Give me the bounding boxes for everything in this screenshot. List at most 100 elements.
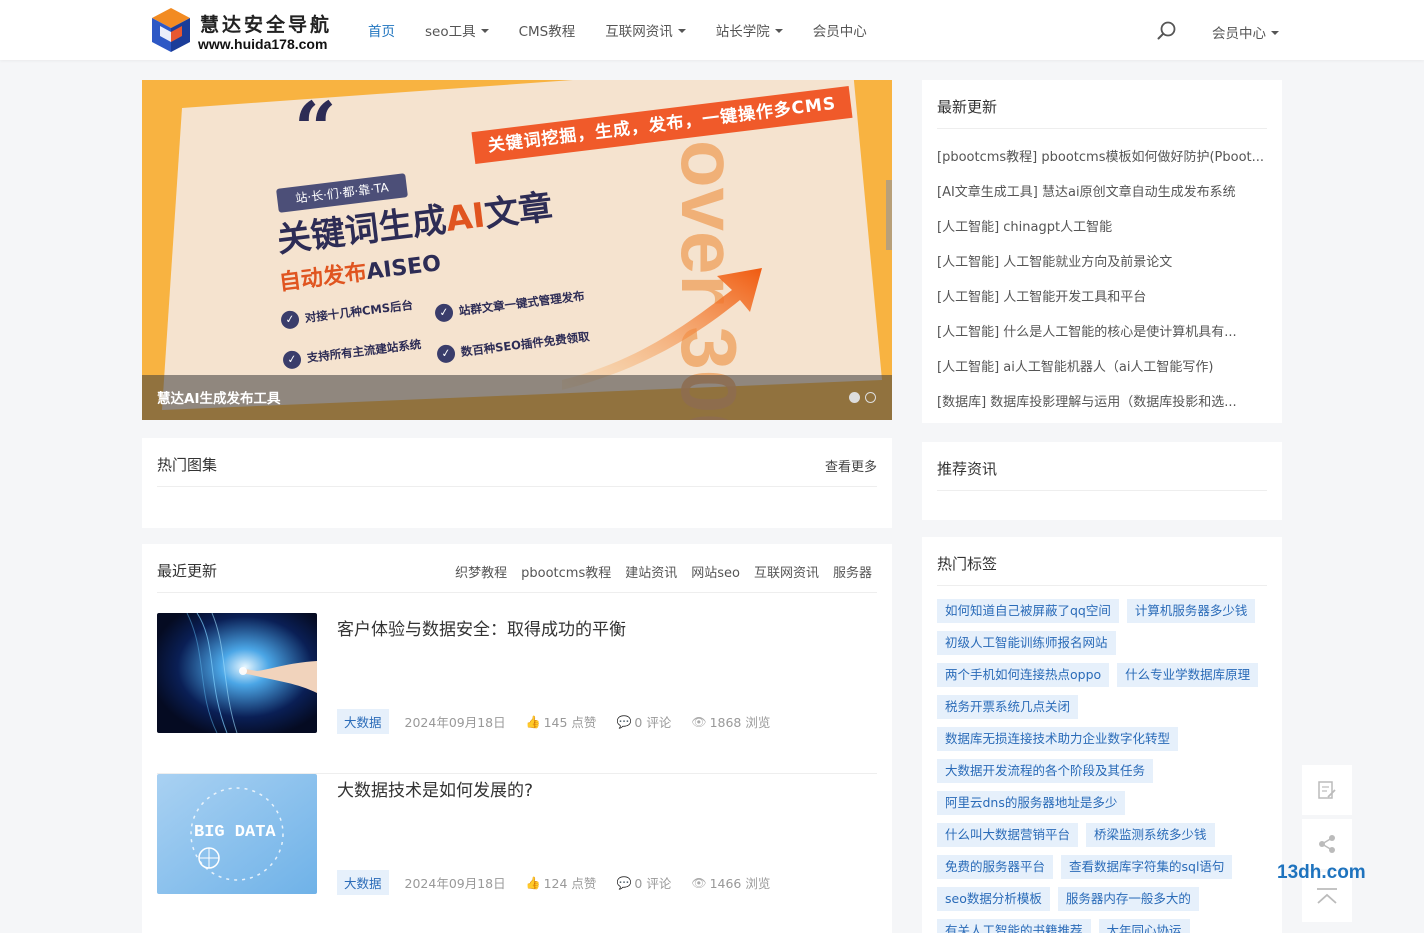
tab-pbootcms[interactable]: pbootcms教程	[521, 562, 611, 581]
tab-dedecms[interactable]: 织梦教程	[455, 562, 507, 581]
divider	[937, 128, 1267, 129]
nav-item-internet-news[interactable]: 互联网资讯	[605, 20, 686, 40]
check-icon: ✓	[436, 343, 457, 364]
banner-carousel[interactable]: “ over 30000 关键词挖掘，生成，发布，一键操作多CMS 站·长·们·…	[142, 80, 892, 420]
eye-icon: 👁	[691, 714, 707, 729]
eye-icon: 👁	[691, 875, 707, 890]
tag-link[interactable]: 什么专业学数据库原理	[1117, 663, 1259, 687]
svg-text:“: “	[294, 87, 337, 173]
panel-title: 最近更新	[157, 562, 218, 580]
article-likes[interactable]: 👍 124 点赞	[526, 873, 597, 892]
recent-updates-panel: 最近更新 织梦教程 pbootcms教程 建站资讯 网站seo 互联网资讯 服务…	[142, 544, 892, 933]
divider	[937, 490, 1267, 491]
share-icon	[1319, 835, 1335, 853]
latest-list-item[interactable]: [人工智能] 人工智能就业方向及前景论文	[937, 251, 1272, 286]
tag-link[interactable]: 阿里云dns的服务器地址是多少	[937, 791, 1126, 815]
article-likes[interactable]: 👍 145 点赞	[526, 712, 597, 731]
divider	[937, 585, 1267, 586]
member-menu-dropdown[interactable]: 会员中心	[1212, 22, 1279, 42]
latest-updates-panel: 最新更新 [pbootcms教程] pbootcms模板如何做好防护(Pboot…	[922, 80, 1282, 423]
panel-title: 热门标签	[937, 555, 998, 573]
logo-title: 慧达安全导航	[200, 14, 333, 36]
article-views: 👁 1466 浏览	[691, 875, 771, 892]
hot-tags-panel: 热门标签 如何知道自己被屏蔽了qq空间 计算机服务器多少钱 初级人工智能训练师报…	[922, 537, 1282, 933]
nav-item-cms-tutorial[interactable]: CMS教程	[519, 20, 576, 40]
article-meta: 大数据 2024年09月18日 👍 124 点赞 💬 0 评论 👁 1466 浏览	[337, 870, 790, 895]
tag-link[interactable]: 数据库无损连接技术助力企业数字化转型	[937, 727, 1179, 751]
article-comments[interactable]: 💬 0 评论	[616, 712, 671, 731]
tag-link[interactable]: 税务开票系统几点关闭	[937, 695, 1079, 719]
article-date: 2024年09月18日	[404, 876, 506, 891]
article-item: 客户体验与数据安全：取得成功的平衡 大数据 2024年09月18日 👍 145 点…	[157, 613, 877, 774]
member-menu-label: 会员中心	[1212, 26, 1266, 42]
tab-website-seo[interactable]: 网站seo	[691, 562, 740, 581]
comment-icon: 💬	[616, 875, 632, 890]
chevron-down-icon	[774, 29, 783, 33]
tag-link[interactable]: 查看数据库字符集的sql语句	[1061, 855, 1233, 879]
article-thumbnail[interactable]	[157, 613, 317, 733]
latest-list: [pbootcms教程] pbootcms模板如何做好防护(Pboot... […	[937, 146, 1272, 426]
tag-link[interactable]: seo数据分析模板	[937, 887, 1050, 911]
tag-link[interactable]: 有关人工智能的书籍推荐	[937, 919, 1091, 933]
latest-list-item[interactable]: [人工智能] chinagpt人工智能	[937, 216, 1272, 251]
thumbs-up-icon: 👍	[525, 875, 541, 890]
tag-link[interactable]: 什么叫大数据营销平台	[937, 823, 1079, 847]
nav-item-webmaster-academy[interactable]: 站长学院	[716, 20, 783, 40]
chevron-down-icon	[480, 29, 489, 33]
article-meta: 大数据 2024年09月18日 👍 145 点赞 💬 0 评论 👁 1868 浏览	[337, 709, 790, 734]
tag-link[interactable]: 大数据开发流程的各个阶段及其任务	[937, 759, 1154, 783]
main-nav: 首页 seo工具 CMS教程 互联网资讯 站长学院 会员中心	[368, 0, 897, 60]
site-header: 慧达安全导航 www.huida178.com 首页 seo工具 CMS教程 互…	[0, 0, 1424, 60]
thumbs-up-icon: 👍	[525, 714, 541, 729]
tag-link[interactable]: 两个手机如何连接热点oppo	[937, 663, 1110, 687]
tag-link[interactable]: 免费的服务器平台	[937, 855, 1054, 879]
carousel-dot[interactable]	[865, 392, 876, 403]
logo-cube-icon	[152, 8, 190, 52]
recent-category-tabs: 织梦教程 pbootcms教程 建站资讯 网站seo 互联网资讯 服务器	[441, 562, 872, 581]
tag-link[interactable]: 计算机服务器多少钱	[1126, 599, 1256, 623]
hot-gallery-panel: 热门图集 查看更多	[142, 438, 892, 528]
site-logo[interactable]: 慧达安全导航 www.huida178.com	[148, 6, 338, 54]
check-icon: ✓	[280, 309, 301, 330]
tab-server[interactable]: 服务器	[833, 562, 872, 581]
article-item: BIG DATA 大数据技术是如何发展的? 大数据 2024年09月18日 👍 1…	[157, 774, 877, 933]
chevron-down-icon	[1271, 31, 1279, 35]
edit-button[interactable]	[1302, 765, 1352, 815]
check-icon: ✓	[434, 302, 455, 323]
nav-item-home[interactable]: 首页	[368, 20, 395, 40]
tab-site-news[interactable]: 建站资讯	[625, 562, 677, 581]
category-badge[interactable]: 大数据	[337, 870, 389, 895]
article-title[interactable]: 大数据技术是如何发展的?	[337, 776, 533, 801]
panel-title: 推荐资讯	[937, 460, 998, 478]
latest-list-item[interactable]: [人工智能] 人工智能开发工具和平台	[937, 286, 1272, 321]
thumb-text: BIG DATA	[194, 823, 276, 842]
category-badge[interactable]: 大数据	[337, 709, 389, 734]
check-icon: ✓	[282, 349, 303, 370]
logo-url: www.huida178.com	[198, 36, 328, 52]
carousel-dot-active[interactable]	[849, 392, 860, 403]
tag-link[interactable]: 如何知道自己被屏蔽了qq空间	[937, 599, 1119, 623]
nav-item-seo-tools[interactable]: seo工具	[425, 20, 489, 40]
search-icon[interactable]	[1156, 20, 1178, 42]
panel-title: 最新更新	[937, 98, 998, 116]
banner-caption[interactable]: 慧达AI生成发布工具	[157, 387, 280, 407]
tag-link[interactable]: 大年同心协运	[1098, 919, 1190, 933]
edit-icon	[1318, 781, 1336, 799]
latest-list-item[interactable]: [数据库] 数据库投影理解与运用（数据库投影和选...	[937, 391, 1272, 426]
article-thumbnail[interactable]: BIG DATA	[157, 774, 317, 894]
view-more-link[interactable]: 查看更多	[825, 456, 877, 475]
article-comments[interactable]: 💬 0 评论	[616, 873, 671, 892]
latest-list-item[interactable]: [AI文章生成工具] 慧达ai原创文章自动生成发布系统	[937, 181, 1272, 216]
latest-list-item[interactable]: [pbootcms教程] pbootcms模板如何做好防护(Pboot...	[937, 146, 1272, 181]
nav-item-member-center[interactable]: 会员中心	[813, 20, 867, 40]
article-title[interactable]: 客户体验与数据安全：取得成功的平衡	[337, 615, 626, 640]
panel-title: 热门图集	[157, 456, 218, 474]
tag-link[interactable]: 服务器内存一般多大的	[1057, 887, 1199, 911]
watermark-text: 13dh.com	[1277, 862, 1366, 883]
latest-list-item[interactable]: [人工智能] 什么是人工智能的核心是使计算机具有...	[937, 321, 1272, 356]
tag-link[interactable]: 桥梁监测系统多少钱	[1086, 823, 1215, 847]
recommended-news-panel: 推荐资讯	[922, 442, 1282, 520]
tag-link[interactable]: 初级人工智能训练师报名网站	[937, 631, 1116, 655]
latest-list-item[interactable]: [人工智能] ai人工智能机器人（ai人工智能写作)	[937, 356, 1272, 391]
tab-internet-news[interactable]: 互联网资讯	[754, 562, 819, 581]
